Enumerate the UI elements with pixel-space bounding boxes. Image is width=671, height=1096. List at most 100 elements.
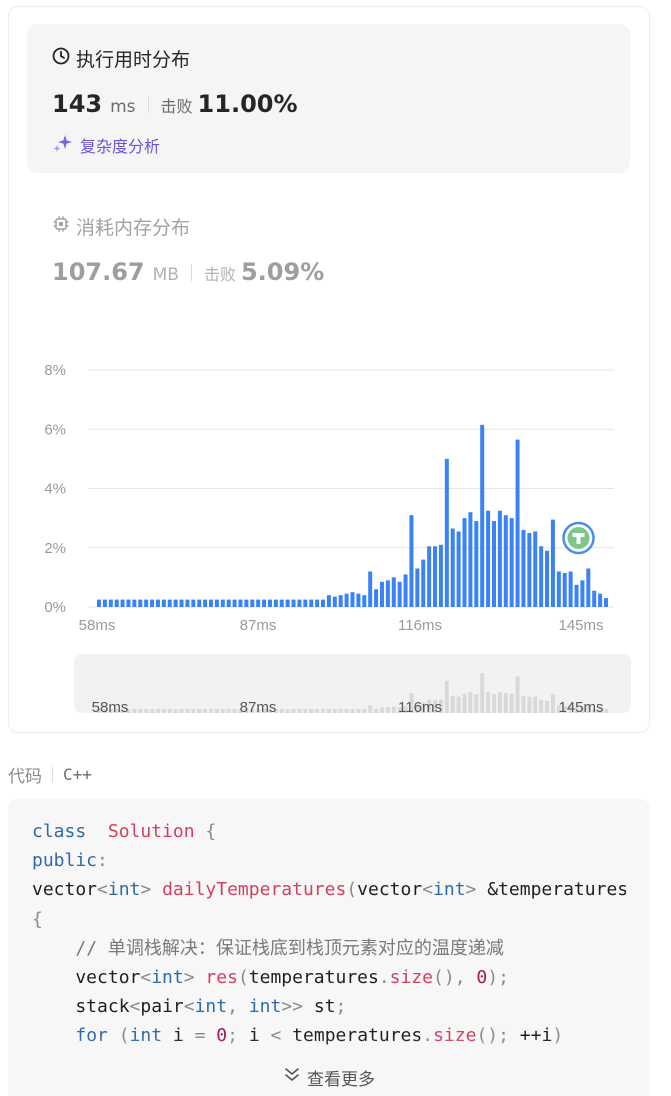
- chart-bar[interactable]: [232, 599, 237, 607]
- y-tick-label: 4%: [44, 481, 66, 498]
- chart-bar[interactable]: [391, 577, 396, 607]
- chart-bar[interactable]: [256, 599, 261, 607]
- code-line: // 单调栈解决：保证栈底到栈顶元素对应的温度递减: [32, 934, 626, 963]
- chart-bar[interactable]: [279, 599, 284, 607]
- navigator-bar: [474, 694, 479, 713]
- chart-bar[interactable]: [238, 599, 243, 607]
- chart-bar[interactable]: [285, 599, 290, 607]
- chart-bar[interactable]: [161, 599, 166, 607]
- chart-bar[interactable]: [309, 599, 314, 607]
- chart-bar[interactable]: [415, 568, 420, 607]
- view-more-button[interactable]: 查看更多: [8, 1065, 650, 1090]
- chart-bar[interactable]: [191, 599, 196, 607]
- chart-bar[interactable]: [592, 590, 597, 607]
- chart-bar[interactable]: [491, 521, 496, 607]
- chart-bar[interactable]: [185, 599, 190, 607]
- chart-bar[interactable]: [173, 599, 178, 607]
- chart-bar[interactable]: [303, 599, 308, 607]
- chart-bar[interactable]: [580, 580, 585, 607]
- chart-bar[interactable]: [321, 599, 326, 607]
- chart-bar[interactable]: [379, 581, 384, 607]
- chart-bar[interactable]: [556, 571, 561, 607]
- chart-bar[interactable]: [368, 571, 373, 607]
- chart-bar[interactable]: [250, 599, 255, 607]
- code-token: :: [97, 850, 108, 872]
- chart-bar[interactable]: [562, 572, 567, 607]
- chart-bar[interactable]: [456, 531, 461, 607]
- chart-bar[interactable]: [521, 529, 526, 607]
- chart-bar[interactable]: [138, 599, 143, 607]
- chart-bar[interactable]: [155, 599, 160, 607]
- chart-bar[interactable]: [102, 599, 107, 607]
- navigator-bar: [315, 709, 320, 713]
- chart-bar[interactable]: [568, 571, 573, 607]
- chart-bar[interactable]: [486, 510, 491, 607]
- chart-bar[interactable]: [515, 439, 520, 607]
- navigator-bar: [161, 709, 166, 713]
- chart-bar[interactable]: [474, 521, 479, 607]
- chart-bar[interactable]: [409, 515, 414, 607]
- code-block[interactable]: class Solution {public: vector<int> daily…: [8, 799, 650, 1096]
- chart-bar[interactable]: [220, 599, 225, 607]
- chart-bar[interactable]: [338, 595, 343, 607]
- chart-bar[interactable]: [444, 458, 449, 607]
- chart-bar[interactable]: [209, 599, 214, 607]
- chart-bar[interactable]: [150, 599, 155, 607]
- chart-bar[interactable]: [533, 531, 538, 607]
- navigator-bar: [503, 692, 508, 713]
- chart-bar[interactable]: [403, 574, 408, 607]
- chart-bar[interactable]: [144, 599, 149, 607]
- code-token: st: [313, 996, 336, 1018]
- chart-bar[interactable]: [545, 550, 550, 607]
- chart-bar[interactable]: [96, 599, 102, 607]
- chart-bar[interactable]: [108, 599, 113, 607]
- chart-bar[interactable]: [350, 592, 355, 607]
- chart-bar[interactable]: [509, 518, 514, 607]
- navigator-bar: [209, 709, 214, 713]
- chart-bar[interactable]: [356, 593, 361, 607]
- chart-bar[interactable]: [344, 593, 349, 607]
- chart-bar[interactable]: [203, 599, 208, 607]
- chart-bar[interactable]: [527, 532, 532, 607]
- chart-bar[interactable]: [503, 515, 508, 607]
- chart-bar[interactable]: [480, 424, 485, 607]
- chart-bar[interactable]: [438, 544, 443, 607]
- runtime-distribution-chart[interactable]: 0% 2% 4% 6% 8% 58ms 87ms 116ms 145ms 58ms 87ms 116m…: [0, 0, 671, 730]
- chart-bar[interactable]: [497, 510, 502, 607]
- chart-bar[interactable]: [214, 599, 219, 607]
- chart-bar[interactable]: [539, 546, 544, 607]
- chart-bar[interactable]: [291, 599, 296, 607]
- chart-bar[interactable]: [586, 568, 591, 607]
- chart-bar[interactable]: [433, 546, 438, 607]
- chart-bar[interactable]: [550, 519, 555, 607]
- chart-bar[interactable]: [326, 595, 331, 607]
- chart-bar[interactable]: [179, 599, 184, 607]
- chart-bar[interactable]: [374, 589, 379, 607]
- chart-bar[interactable]: [262, 599, 267, 607]
- chart-bar[interactable]: [167, 599, 172, 607]
- chart-bar[interactable]: [273, 599, 278, 607]
- chart-bar[interactable]: [362, 595, 367, 607]
- chart-bar[interactable]: [297, 599, 302, 607]
- chart-bar[interactable]: [315, 599, 320, 607]
- chart-bar[interactable]: [603, 598, 609, 607]
- chart-bar[interactable]: [574, 584, 579, 607]
- chart-bar[interactable]: [120, 599, 125, 607]
- chart-bar[interactable]: [197, 599, 202, 607]
- chart-bar[interactable]: [267, 599, 272, 607]
- chart-bar[interactable]: [397, 581, 402, 607]
- navigator-bar: [356, 709, 361, 713]
- chart-bar[interactable]: [132, 599, 137, 607]
- chart-bar[interactable]: [598, 593, 603, 607]
- chart-bar[interactable]: [468, 512, 473, 607]
- chart-bar[interactable]: [385, 580, 390, 607]
- chart-bar[interactable]: [427, 546, 432, 607]
- chart-bar[interactable]: [244, 599, 249, 607]
- chart-bar[interactable]: [421, 559, 426, 607]
- chart-bar[interactable]: [226, 599, 231, 607]
- chart-bar[interactable]: [462, 518, 467, 607]
- chart-bar[interactable]: [332, 596, 337, 607]
- chart-bar[interactable]: [450, 528, 455, 607]
- chart-bar[interactable]: [114, 599, 119, 607]
- chart-bar[interactable]: [126, 599, 131, 607]
